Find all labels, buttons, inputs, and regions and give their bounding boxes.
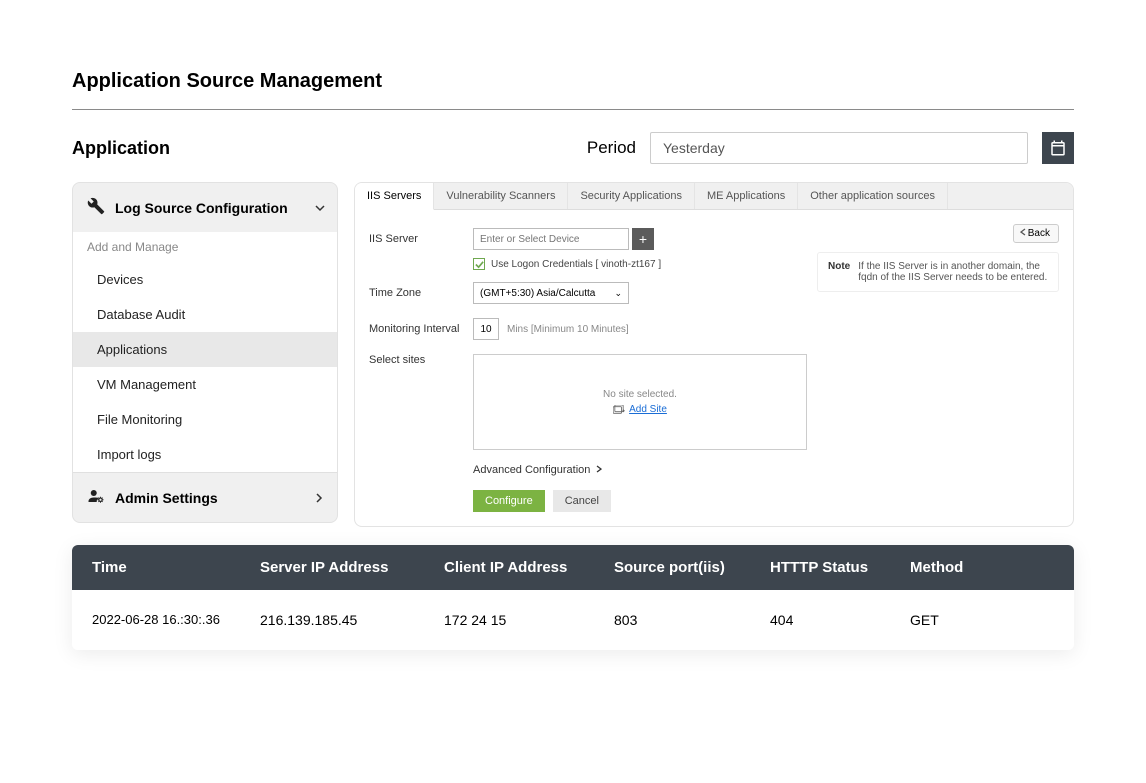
interval-label: Monitoring Interval — [369, 323, 473, 335]
sidebar-header[interactable]: Log Source Configuration — [73, 183, 337, 232]
row-interval: Monitoring Interval Mins [Minimum 10 Min… — [369, 318, 1059, 340]
td-time: 2022-06-28 16.:30:.36 — [92, 612, 260, 628]
config-tabs: IIS Servers Vulnerability Scanners Secur… — [355, 183, 1073, 210]
sidebar-item-vm-management[interactable]: VM Management — [73, 367, 337, 402]
cancel-button[interactable]: Cancel — [553, 490, 611, 512]
sidebar-item-applications[interactable]: Applications — [73, 332, 337, 367]
th-server-ip: Server IP Address — [260, 559, 444, 576]
td-method: GET — [910, 612, 1054, 628]
sidebar-header-label: Log Source Configuration — [115, 200, 288, 216]
chevron-down-icon: ⌄ — [614, 288, 622, 299]
chevron-right-icon — [316, 490, 323, 506]
advanced-config-label: Advanced Configuration — [473, 464, 590, 476]
sidebar-item-database-audit[interactable]: Database Audit — [73, 297, 337, 332]
td-source-port: 803 — [614, 612, 770, 628]
admin-settings[interactable]: Admin Settings — [73, 472, 337, 522]
sidebar-item-import-logs[interactable]: Import logs — [73, 437, 337, 472]
table-header: Time Server IP Address Client IP Address… — [72, 545, 1074, 590]
plus-icon: + — [639, 231, 647, 247]
divider — [72, 109, 1074, 110]
credentials-label: Use Logon Credentials [ vinoth-zt167 ] — [491, 259, 661, 270]
period-label: Period — [587, 138, 636, 158]
add-site-link[interactable]: Add Site — [613, 404, 667, 415]
th-source-port: Source port(iis) — [614, 559, 770, 576]
sites-box: No site selected. Add Site — [473, 354, 807, 450]
select-sites-label: Select sites — [369, 354, 473, 366]
th-http-status: HTTTP Status — [770, 559, 910, 576]
note-label: Note — [828, 261, 850, 283]
tab-vulnerability-scanners[interactable]: Vulnerability Scanners — [434, 183, 568, 209]
results-table: Time Server IP Address Client IP Address… — [72, 545, 1074, 650]
sidebar-subheader: Add and Manage — [73, 232, 337, 262]
table-row: 2022-06-28 16.:30:.36 216.139.185.45 172… — [72, 590, 1074, 650]
iis-server-input[interactable] — [473, 228, 629, 250]
calendar-button[interactable] — [1042, 132, 1074, 164]
chevron-right-icon — [596, 464, 602, 476]
sidebar-panel: Log Source Configuration Add and Manage … — [72, 182, 338, 523]
sidebar: Log Source Configuration Add and Manage … — [72, 182, 338, 527]
note-box: Note If the IIS Server is in another dom… — [817, 252, 1059, 292]
period-wrap: Period Yesterday — [587, 132, 1074, 164]
th-method: Method — [910, 559, 1054, 576]
th-time: Time — [92, 559, 260, 576]
td-http-status: 404 — [770, 612, 910, 628]
note-text: If the IIS Server is in another domain, … — [858, 261, 1048, 283]
tab-security-applications[interactable]: Security Applications — [568, 183, 695, 209]
admin-settings-label: Admin Settings — [115, 490, 218, 506]
chevron-down-icon — [315, 200, 325, 216]
td-server-ip: 216.139.185.45 — [260, 612, 444, 628]
calendar-icon — [1049, 139, 1067, 157]
period-value: Yesterday — [663, 140, 725, 156]
credentials-checkbox[interactable] — [473, 258, 485, 270]
tab-me-applications[interactable]: ME Applications — [695, 183, 798, 209]
timezone-value: (GMT+5:30) Asia/Calcutta — [480, 288, 595, 299]
configure-button[interactable]: Configure — [473, 490, 545, 512]
iis-server-label: IIS Server — [369, 233, 473, 245]
timezone-select[interactable]: (GMT+5:30) Asia/Calcutta ⌄ — [473, 282, 629, 304]
add-device-button[interactable]: + — [632, 228, 654, 250]
config-panel: IIS Servers Vulnerability Scanners Secur… — [354, 182, 1074, 527]
application-label: Application — [72, 138, 170, 159]
row-sites: Select sites No site selected. Add Site — [369, 354, 1059, 450]
advanced-config-toggle[interactable]: Advanced Configuration — [473, 464, 1059, 476]
admin-icon — [87, 487, 105, 508]
timezone-label: Time Zone — [369, 287, 473, 299]
sidebar-item-devices[interactable]: Devices — [73, 262, 337, 297]
th-client-ip: Client IP Address — [444, 559, 614, 576]
form-area: Back Note If the IIS Server is in anothe… — [355, 210, 1073, 526]
add-site-label: Add Site — [629, 404, 667, 415]
back-label: Back — [1028, 228, 1050, 239]
tools-icon — [87, 197, 105, 218]
top-row: Application Period Yesterday — [72, 132, 1074, 164]
tab-iis-servers[interactable]: IIS Servers — [355, 183, 434, 210]
td-client-ip: 172 24 15 — [444, 612, 614, 628]
back-button[interactable]: Back — [1013, 224, 1059, 243]
period-select[interactable]: Yesterday — [650, 132, 1028, 164]
interval-input[interactable] — [473, 318, 499, 340]
button-row: Configure Cancel — [473, 490, 1059, 512]
no-site-text: No site selected. — [603, 389, 677, 400]
sidebar-items: Devices Database Audit Applications VM M… — [73, 262, 337, 472]
page-title: Application Source Management — [72, 70, 1074, 93]
chevron-left-icon — [1020, 228, 1026, 239]
interval-hint: Mins [Minimum 10 Minutes] — [507, 324, 629, 335]
add-site-icon — [613, 405, 625, 415]
main-area: Log Source Configuration Add and Manage … — [72, 182, 1074, 527]
sidebar-item-file-monitoring[interactable]: File Monitoring — [73, 402, 337, 437]
row-iis-server: IIS Server + — [369, 228, 1059, 250]
tab-other-sources[interactable]: Other application sources — [798, 183, 948, 209]
check-icon — [475, 260, 484, 269]
